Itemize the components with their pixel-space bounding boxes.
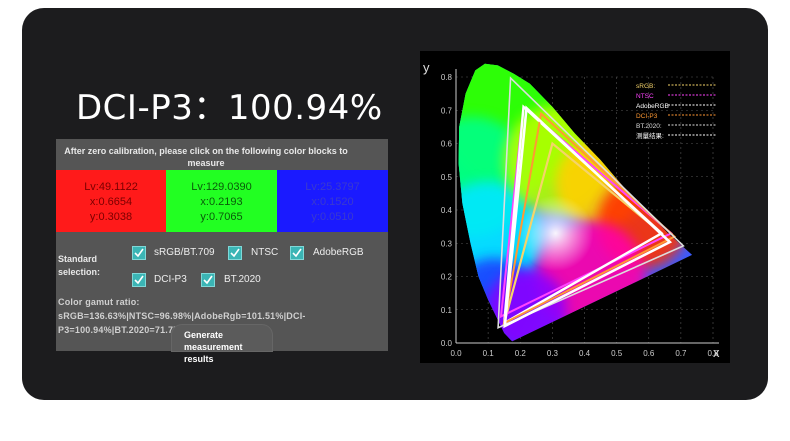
- y-tick-label: 0.7: [441, 106, 453, 115]
- srgb-label: sRGB/BT.709: [154, 247, 215, 258]
- standard-selection-label: Standard selection:: [58, 254, 101, 277]
- ntsc-checkbox[interactable]: [228, 246, 242, 260]
- x-tick-label: 0.3: [547, 349, 559, 358]
- y-tick-label: 0.5: [441, 173, 453, 182]
- x-axis-label: x: [713, 345, 720, 360]
- legend-label: DCI-P3: [636, 113, 658, 120]
- y-tick-label: 0.8: [441, 73, 453, 82]
- dci-p3-label: DCI-P3: [154, 274, 187, 285]
- x-tick-label: 0.1: [483, 349, 495, 358]
- legend-label: NTSC: [636, 93, 654, 100]
- product-card: DCI-P3：100.94% After zero calibration, p…: [22, 8, 768, 400]
- y-tick-label: 0.0: [441, 339, 453, 348]
- measurement-panel: After zero calibration, please click on …: [56, 139, 388, 364]
- blue-color-block[interactable]: Lv:25.3797 x:0.1520 y:0.0510: [277, 170, 388, 232]
- x-tick-label: 0.2: [515, 349, 527, 358]
- blue-y: y:0.0510: [311, 211, 354, 223]
- y-axis-label: y: [423, 60, 430, 75]
- adobergb-label: AdobeRGB: [313, 247, 364, 258]
- dci-p3-checkbox[interactable]: [132, 273, 146, 287]
- check-icon: [230, 248, 240, 258]
- green-color-block[interactable]: Lv:129.0390 x:0.2193 y:0.7065: [166, 170, 277, 232]
- y-tick-label: 0.1: [441, 306, 453, 315]
- x-tick-label: 0.5: [611, 349, 623, 358]
- x-tick-label: 0.7: [675, 349, 687, 358]
- legend-label: BT.2020:: [636, 123, 662, 130]
- ntsc-label: NTSC: [251, 247, 279, 258]
- bt2020-checkbox[interactable]: [201, 273, 215, 287]
- cie-chromaticity-chart: 0.0 0.1 0.2 0.3 0.4 0.5 0.6 0.7 0.8 0.0 0.1 0.2 0.3 0…: [420, 51, 730, 363]
- x-tick-label: 0.4: [579, 349, 591, 358]
- legend-label: AdobeRGB: [636, 103, 669, 110]
- generate-results-button[interactable]: Generate measurement results: [172, 325, 272, 364]
- y-tick-label: 0.4: [441, 206, 453, 215]
- bt2020-label: BT.2020: [224, 274, 261, 285]
- x-tick-label: 0.6: [643, 349, 655, 358]
- y-tick-label: 0.6: [441, 140, 453, 149]
- red-y: y:0.3038: [89, 211, 133, 223]
- green-lv: Lv:129.0390: [191, 181, 252, 193]
- red-color-block[interactable]: Lv:49.1122 x:0.6654 y:0.3038: [56, 170, 166, 232]
- red-x: x:0.6654: [89, 196, 133, 208]
- green-x: x:0.2193: [200, 196, 243, 208]
- legend-label: 测量结果:: [636, 131, 664, 140]
- green-y: y:0.7065: [200, 211, 243, 223]
- y-tick-label: 0.2: [441, 273, 453, 282]
- calibration-instruction: After zero calibration, please click on …: [64, 146, 348, 168]
- legend-label: sRGB:: [636, 83, 655, 90]
- check-icon: [134, 248, 144, 258]
- adobergb-checkbox[interactable]: [290, 246, 304, 260]
- blue-lv: Lv:25.3797: [305, 181, 360, 193]
- x-tick-label: 0.0: [450, 349, 462, 358]
- srgb-checkbox[interactable]: [132, 246, 146, 260]
- blue-x: x:0.1520: [311, 196, 354, 208]
- dci-p3-headline: DCI-P3：100.94%: [76, 88, 383, 128]
- check-icon: [203, 275, 213, 285]
- check-icon: [134, 275, 144, 285]
- y-tick-label: 0.3: [441, 239, 453, 248]
- red-lv: Lv:49.1122: [84, 181, 138, 193]
- check-icon: [292, 248, 302, 258]
